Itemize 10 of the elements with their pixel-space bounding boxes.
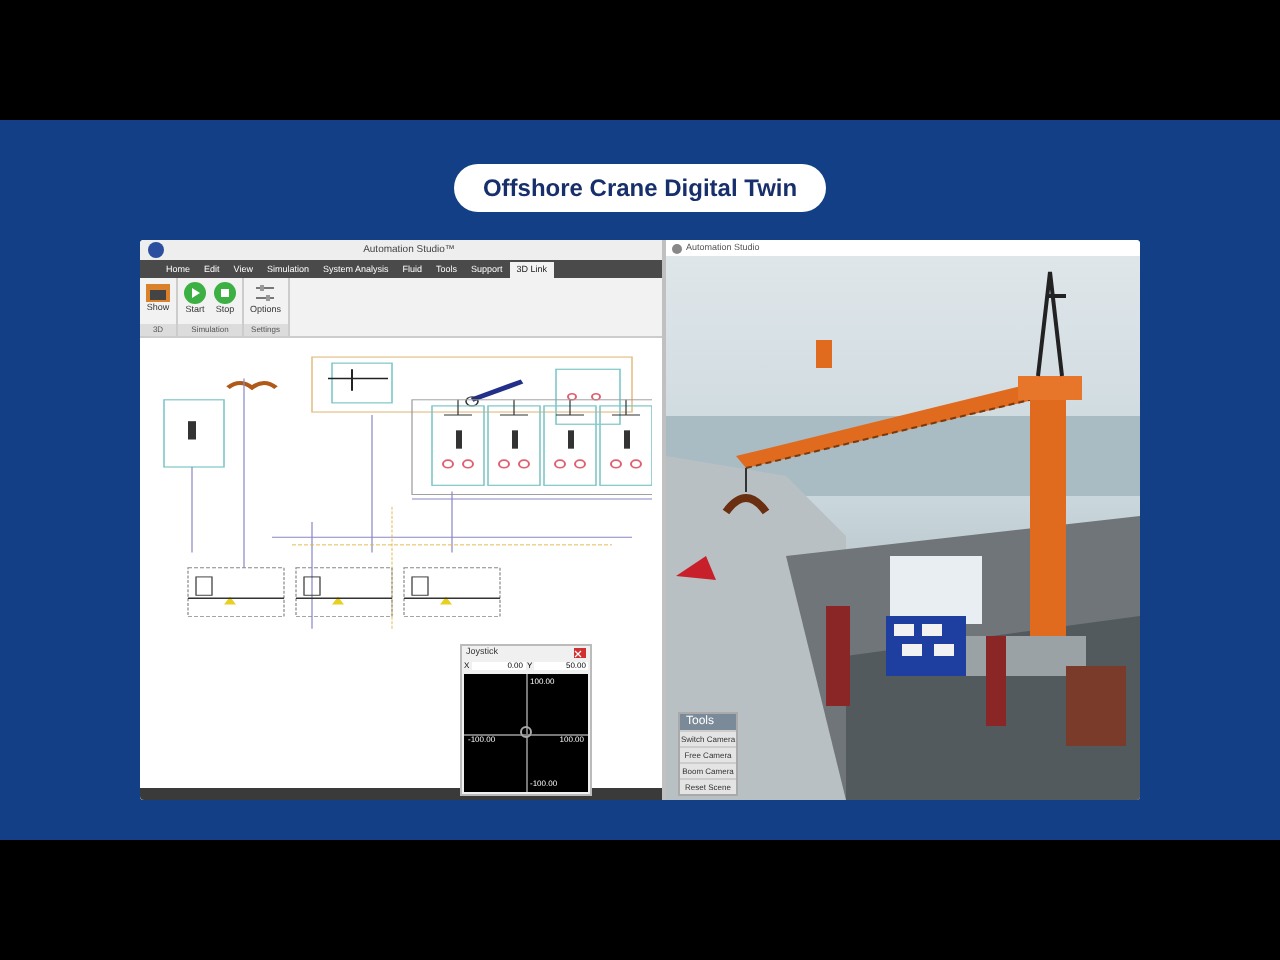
app-logo-icon — [148, 242, 164, 258]
close-button[interactable] — [574, 648, 586, 658]
title-pill: Offshore Crane Digital Twin — [454, 164, 826, 212]
sliders-icon — [254, 282, 277, 304]
folder-icon — [146, 282, 170, 302]
close-icon — [574, 649, 582, 657]
app-logo-icon — [672, 243, 682, 253]
play-icon — [184, 282, 206, 304]
joystick-handle[interactable] — [520, 726, 532, 738]
stop-icon — [214, 282, 236, 304]
